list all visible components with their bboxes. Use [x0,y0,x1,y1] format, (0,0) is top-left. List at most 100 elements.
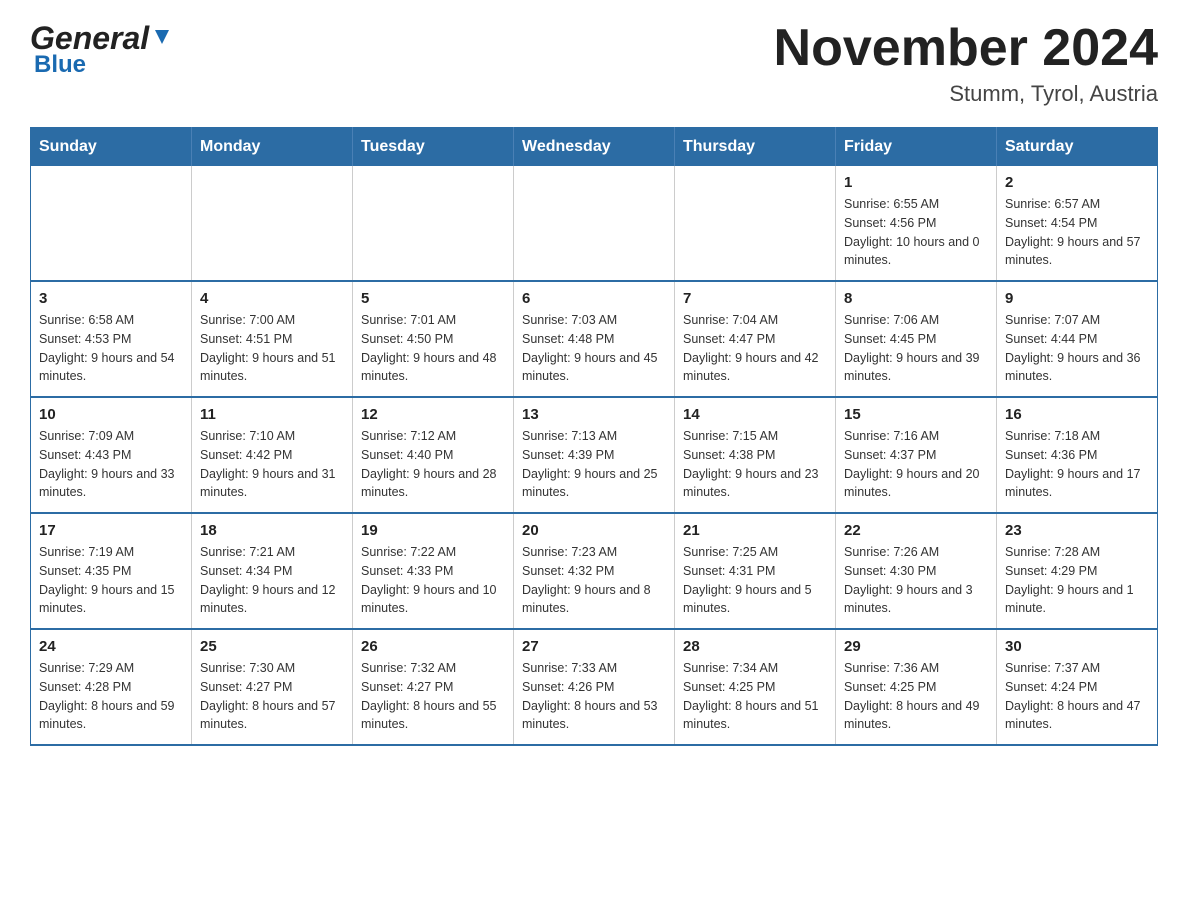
header-friday: Friday [836,128,997,167]
day-number: 20 [522,522,666,539]
cell-week2-day6: 9 Sunrise: 7:07 AMSunset: 4:44 PMDaylight… [997,281,1158,397]
day-info: Sunrise: 7:37 AMSunset: 4:24 PMDaylight:… [1005,659,1149,734]
cell-week4-day6: 23Sunrise: 7:28 AMSunset: 4:29 PMDayligh… [997,513,1158,629]
cell-week2-day5: 8 Sunrise: 7:06 AMSunset: 4:45 PMDaylight… [836,281,997,397]
location-subtitle: Stumm, Tyrol, Austria [774,81,1158,107]
day-info: Sunrise: 6:58 AMSunset: 4:53 PMDaylight:… [39,311,183,386]
cell-week5-day2: 26 Sunrise: 7:32 AMSunset: 4:27 PMDayligh… [353,629,514,745]
day-number: 29 [844,638,988,655]
cell-week2-day4: 7Sunrise: 7:04 AMSunset: 4:47 PMDaylight… [675,281,836,397]
day-info: Sunrise: 7:19 AMSunset: 4:35 PMDaylight:… [39,543,183,618]
day-info: Sunrise: 7:30 AMSunset: 4:27 PMDaylight:… [200,659,344,734]
day-info: Sunrise: 7:00 AMSunset: 4:51 PMDaylight:… [200,311,344,386]
day-info: Sunrise: 7:18 AMSunset: 4:36 PMDaylight:… [1005,427,1149,502]
day-number: 19 [361,522,505,539]
day-info: Sunrise: 7:06 AMSunset: 4:45 PMDaylight:… [844,311,988,386]
week-row-4: 17 Sunrise: 7:19 AMSunset: 4:35 PMDayligh… [31,513,1158,629]
cell-week3-day0: 10 Sunrise: 7:09 AMSunset: 4:43 PMDayligh… [31,397,192,513]
cell-week2-day1: 4 Sunrise: 7:00 AMSunset: 4:51 PMDaylight… [192,281,353,397]
week-row-3: 10 Sunrise: 7:09 AMSunset: 4:43 PMDayligh… [31,397,1158,513]
day-number: 30 [1005,638,1149,655]
day-info: Sunrise: 7:25 AMSunset: 4:31 PMDaylight:… [683,543,827,618]
day-info: Sunrise: 7:22 AMSunset: 4:33 PMDaylight:… [361,543,505,618]
day-number: 14 [683,406,827,423]
day-info: Sunrise: 7:34 AMSunset: 4:25 PMDaylight:… [683,659,827,734]
day-number: 6 [522,290,666,307]
header-sunday: Sunday [31,128,192,167]
day-number: 18 [200,522,344,539]
cell-week3-day2: 12 Sunrise: 7:12 AMSunset: 4:40 PMDayligh… [353,397,514,513]
calendar-table: Sunday Monday Tuesday Wednesday Thursday… [30,127,1158,746]
cell-week5-day0: 24 Sunrise: 7:29 AMSunset: 4:28 PMDayligh… [31,629,192,745]
day-number: 9 [1005,290,1149,307]
cell-week1-day2 [353,166,514,281]
logo-blue-text: Blue [34,51,86,79]
day-info: Sunrise: 7:12 AMSunset: 4:40 PMDaylight:… [361,427,505,502]
day-info: Sunrise: 6:57 AMSunset: 4:54 PMDaylight:… [1005,195,1149,270]
cell-week1-day4 [675,166,836,281]
header-monday: Monday [192,128,353,167]
cell-week1-day3 [514,166,675,281]
cell-week3-day4: 14Sunrise: 7:15 AMSunset: 4:38 PMDayligh… [675,397,836,513]
day-info: Sunrise: 6:55 AMSunset: 4:56 PMDaylight:… [844,195,988,270]
cell-week3-day5: 15 Sunrise: 7:16 AMSunset: 4:37 PMDayligh… [836,397,997,513]
cell-week5-day5: 29 Sunrise: 7:36 AMSunset: 4:25 PMDayligh… [836,629,997,745]
day-info: Sunrise: 7:07 AMSunset: 4:44 PMDaylight:… [1005,311,1149,386]
day-number: 5 [361,290,505,307]
day-number: 12 [361,406,505,423]
week-row-1: 1 Sunrise: 6:55 AMSunset: 4:56 PMDaylight… [31,166,1158,281]
cell-week5-day3: 27 Sunrise: 7:33 AMSunset: 4:26 PMDayligh… [514,629,675,745]
day-number: 23 [1005,522,1149,539]
cell-week3-day6: 16Sunrise: 7:18 AMSunset: 4:36 PMDayligh… [997,397,1158,513]
day-info: Sunrise: 7:09 AMSunset: 4:43 PMDaylight:… [39,427,183,502]
cell-week4-day2: 19 Sunrise: 7:22 AMSunset: 4:33 PMDayligh… [353,513,514,629]
day-info: Sunrise: 7:33 AMSunset: 4:26 PMDaylight:… [522,659,666,734]
day-info: Sunrise: 7:26 AMSunset: 4:30 PMDaylight:… [844,543,988,618]
header-thursday: Thursday [675,128,836,167]
header: General Blue November 2024 Stumm, Tyrol,… [30,20,1158,107]
week-row-2: 3 Sunrise: 6:58 AMSunset: 4:53 PMDaylight… [31,281,1158,397]
day-number: 24 [39,638,183,655]
day-number: 4 [200,290,344,307]
day-info: Sunrise: 7:01 AMSunset: 4:50 PMDaylight:… [361,311,505,386]
day-info: Sunrise: 7:29 AMSunset: 4:28 PMDaylight:… [39,659,183,734]
cell-week1-day5: 1 Sunrise: 6:55 AMSunset: 4:56 PMDaylight… [836,166,997,281]
day-info: Sunrise: 7:21 AMSunset: 4:34 PMDaylight:… [200,543,344,618]
logo-triangle-icon [151,26,173,48]
cell-week3-day1: 11Sunrise: 7:10 AMSunset: 4:42 PMDayligh… [192,397,353,513]
day-number: 3 [39,290,183,307]
weekday-header-row: Sunday Monday Tuesday Wednesday Thursday… [31,128,1158,167]
cell-week5-day6: 30 Sunrise: 7:37 AMSunset: 4:24 PMDayligh… [997,629,1158,745]
day-number: 1 [844,174,988,191]
calendar-body: 1 Sunrise: 6:55 AMSunset: 4:56 PMDaylight… [31,166,1158,745]
header-saturday: Saturday [997,128,1158,167]
cell-week4-day3: 20Sunrise: 7:23 AMSunset: 4:32 PMDayligh… [514,513,675,629]
cell-week2-day0: 3 Sunrise: 6:58 AMSunset: 4:53 PMDaylight… [31,281,192,397]
day-number: 27 [522,638,666,655]
day-info: Sunrise: 7:16 AMSunset: 4:37 PMDaylight:… [844,427,988,502]
cell-week2-day3: 6Sunrise: 7:03 AMSunset: 4:48 PMDaylight… [514,281,675,397]
day-number: 13 [522,406,666,423]
week-row-5: 24 Sunrise: 7:29 AMSunset: 4:28 PMDayligh… [31,629,1158,745]
cell-week3-day3: 13 Sunrise: 7:13 AMSunset: 4:39 PMDayligh… [514,397,675,513]
header-wednesday: Wednesday [514,128,675,167]
day-number: 26 [361,638,505,655]
day-number: 25 [200,638,344,655]
day-info: Sunrise: 7:36 AMSunset: 4:25 PMDaylight:… [844,659,988,734]
day-info: Sunrise: 7:13 AMSunset: 4:39 PMDaylight:… [522,427,666,502]
day-number: 15 [844,406,988,423]
cell-week4-day4: 21Sunrise: 7:25 AMSunset: 4:31 PMDayligh… [675,513,836,629]
day-number: 2 [1005,174,1149,191]
cell-week4-day1: 18 Sunrise: 7:21 AMSunset: 4:34 PMDayligh… [192,513,353,629]
day-info: Sunrise: 7:32 AMSunset: 4:27 PMDaylight:… [361,659,505,734]
day-number: 11 [200,406,344,423]
logo-area: General Blue [30,20,173,79]
day-number: 7 [683,290,827,307]
cell-week1-day6: 2 Sunrise: 6:57 AMSunset: 4:54 PMDaylight… [997,166,1158,281]
title-area: November 2024 Stumm, Tyrol, Austria [774,20,1158,107]
cell-week5-day4: 28Sunrise: 7:34 AMSunset: 4:25 PMDayligh… [675,629,836,745]
day-number: 8 [844,290,988,307]
day-number: 10 [39,406,183,423]
cell-week1-day0 [31,166,192,281]
day-number: 17 [39,522,183,539]
